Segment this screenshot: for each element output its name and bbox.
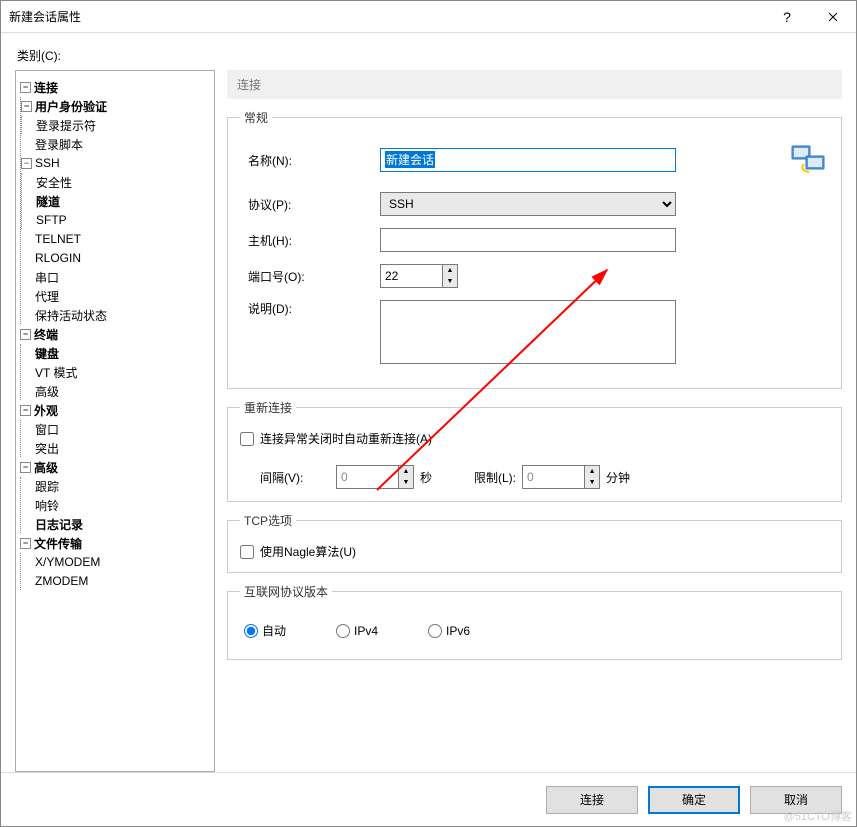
auto-reconnect-checkbox[interactable]: 连接异常关闭时自动重新连接(A) bbox=[240, 430, 829, 447]
ok-button[interactable]: 确定 bbox=[648, 786, 740, 814]
titlebar: 新建会话属性 ? bbox=[1, 1, 856, 33]
chevron-up-icon[interactable]: ▲ bbox=[585, 466, 599, 477]
tcp-legend: TCP选项 bbox=[240, 512, 296, 529]
dialog-window: 新建会话属性 ? 类别(C): −连接 −用户身份验证 登录提示符 bbox=[0, 0, 857, 827]
interval-spinner[interactable]: ▲▼ bbox=[336, 465, 414, 489]
tree-xymodem[interactable]: X/YMODEM bbox=[21, 553, 210, 571]
port-label: 端口号(O): bbox=[240, 268, 380, 285]
limit-unit: 分钟 bbox=[606, 469, 630, 486]
dialog-body: 类别(C): −连接 −用户身份验证 登录提示符 bbox=[1, 33, 856, 772]
ipversion-legend: 互联网协议版本 bbox=[240, 583, 332, 600]
tree-bell[interactable]: 响铃 bbox=[21, 496, 210, 514]
tree-zmodem[interactable]: ZMODEM bbox=[21, 572, 210, 590]
tree-logging[interactable]: 日志记录 bbox=[21, 515, 210, 533]
tree-security[interactable]: 安全性 bbox=[22, 173, 210, 191]
tree-appearance[interactable]: −外观 bbox=[20, 401, 210, 419]
chevron-down-icon[interactable]: ▼ bbox=[399, 477, 413, 488]
category-tree[interactable]: −连接 −用户身份验证 登录提示符 登录脚本 −SSH bbox=[15, 70, 215, 772]
dialog-footer: 连接 确定 取消 bbox=[1, 772, 856, 826]
limit-label: 限制(L): bbox=[474, 469, 516, 486]
tree-telnet[interactable]: TELNET bbox=[21, 230, 210, 248]
nagle-checkbox[interactable]: 使用Nagle算法(U) bbox=[240, 543, 829, 560]
watermark: @51CTO博客 bbox=[784, 808, 852, 824]
protocol-label: 协议(P): bbox=[240, 196, 380, 213]
port-input[interactable] bbox=[380, 264, 442, 288]
tree-vt[interactable]: VT 模式 bbox=[21, 363, 210, 381]
name-label: 名称(N): bbox=[240, 152, 380, 169]
tree-sftp[interactable]: SFTP bbox=[22, 211, 210, 229]
tree-trace[interactable]: 跟踪 bbox=[21, 477, 210, 495]
window-title: 新建会话属性 bbox=[9, 8, 764, 25]
tree-keyboard[interactable]: 键盘 bbox=[21, 344, 210, 362]
tree-keepalive[interactable]: 保持活动状态 bbox=[21, 306, 210, 324]
desc-label: 说明(D): bbox=[240, 300, 380, 317]
chevron-down-icon[interactable]: ▼ bbox=[443, 276, 457, 287]
chevron-down-icon[interactable]: ▼ bbox=[585, 477, 599, 488]
main-area: −连接 −用户身份验证 登录提示符 登录脚本 −SSH bbox=[15, 70, 842, 772]
settings-panel: 连接 常规 名称(N): 新建会话 bbox=[227, 70, 842, 772]
ip-v4-radio[interactable]: IPv4 bbox=[336, 624, 378, 638]
tree-ssh[interactable]: −SSH bbox=[21, 154, 210, 172]
port-spinner[interactable]: ▲▼ bbox=[380, 264, 458, 288]
tree-filetransfer[interactable]: −文件传输 bbox=[20, 534, 210, 552]
desc-textarea[interactable] bbox=[380, 300, 676, 364]
interval-label: 间隔(V): bbox=[260, 469, 330, 486]
tree-proxy[interactable]: 代理 bbox=[21, 287, 210, 305]
tree-login-prompt[interactable]: 登录提示符 bbox=[22, 116, 210, 134]
limit-spinner[interactable]: ▲▼ bbox=[522, 465, 600, 489]
host-label: 主机(H): bbox=[240, 232, 380, 249]
tree-highlight[interactable]: 突出 bbox=[21, 439, 210, 457]
connection-icon bbox=[789, 140, 829, 180]
general-legend: 常规 bbox=[240, 109, 272, 126]
chevron-up-icon[interactable]: ▲ bbox=[399, 466, 413, 477]
tree-tunnel[interactable]: 隧道 bbox=[22, 192, 210, 210]
help-button[interactable]: ? bbox=[764, 1, 810, 33]
tree-terminal[interactable]: −终端 bbox=[20, 325, 210, 343]
ip-auto-radio[interactable]: 自动 bbox=[244, 622, 286, 639]
tree-auth[interactable]: −用户身份验证 bbox=[21, 97, 210, 115]
tree-advanced[interactable]: −高级 bbox=[20, 458, 210, 476]
page-heading: 连接 bbox=[227, 70, 842, 99]
tree-serial[interactable]: 串口 bbox=[21, 268, 210, 286]
reconnect-legend: 重新连接 bbox=[240, 399, 296, 416]
connect-button[interactable]: 连接 bbox=[546, 786, 638, 814]
tree-window[interactable]: 窗口 bbox=[21, 420, 210, 438]
ipversion-group: 互联网协议版本 自动 IPv4 IPv6 bbox=[227, 583, 842, 660]
interval-input[interactable] bbox=[336, 465, 398, 489]
tree-rlogin[interactable]: RLOGIN bbox=[21, 249, 210, 267]
ip-v6-radio[interactable]: IPv6 bbox=[428, 624, 470, 638]
name-input[interactable]: 新建会话 bbox=[380, 148, 676, 172]
tree-advanced-term[interactable]: 高级 bbox=[21, 382, 210, 400]
close-button[interactable] bbox=[810, 1, 856, 33]
tree-login-script[interactable]: 登录脚本 bbox=[21, 135, 210, 153]
reconnect-group: 重新连接 连接异常关闭时自动重新连接(A) 间隔(V): ▲▼ 秒 限制(L bbox=[227, 399, 842, 502]
general-group: 常规 名称(N): 新建会话 bbox=[227, 109, 842, 389]
protocol-select[interactable]: SSH bbox=[380, 192, 676, 216]
chevron-up-icon[interactable]: ▲ bbox=[443, 265, 457, 276]
close-icon bbox=[828, 12, 838, 22]
tree-connection[interactable]: −连接 bbox=[20, 78, 210, 96]
host-input[interactable] bbox=[380, 228, 676, 252]
tcp-group: TCP选项 使用Nagle算法(U) bbox=[227, 512, 842, 573]
category-label: 类别(C): bbox=[17, 47, 842, 64]
interval-unit: 秒 bbox=[420, 469, 432, 486]
limit-input[interactable] bbox=[522, 465, 584, 489]
